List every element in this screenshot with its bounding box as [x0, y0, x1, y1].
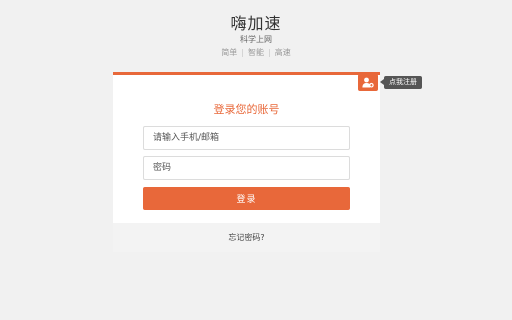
feature-tag: 简单 — [221, 48, 238, 57]
account-input[interactable] — [143, 126, 350, 150]
login-title: 登录您的账号 — [213, 103, 280, 116]
tag-separator: | — [241, 48, 244, 57]
add-user-icon — [362, 77, 374, 88]
forgot-password-link[interactable]: 忘记密码? — [228, 232, 264, 243]
feature-tag: 智能 — [248, 48, 264, 57]
app-subtitle: 科学上网 — [240, 35, 272, 44]
feature-tags: 简单 | 智能 | 高速 — [0, 47, 512, 58]
feature-tag: 高速 — [274, 48, 291, 57]
login-button[interactable]: 登录 — [143, 187, 350, 210]
login-page: 嗨加速 科学上网 简单|智能|高速 登录您的账号 登录 忘记密码? 点我注册 — [0, 0, 512, 320]
card-footer: 忘记密码? — [113, 223, 380, 252]
register-button[interactable] — [358, 74, 378, 91]
login-card: 登录您的账号 登录 忘记密码? — [113, 72, 380, 252]
app-title: 嗨加速 — [230, 14, 282, 33]
register-tooltip: 点我注册 — [380, 76, 422, 89]
tag-separator: | — [268, 48, 271, 57]
password-input[interactable] — [143, 156, 350, 180]
